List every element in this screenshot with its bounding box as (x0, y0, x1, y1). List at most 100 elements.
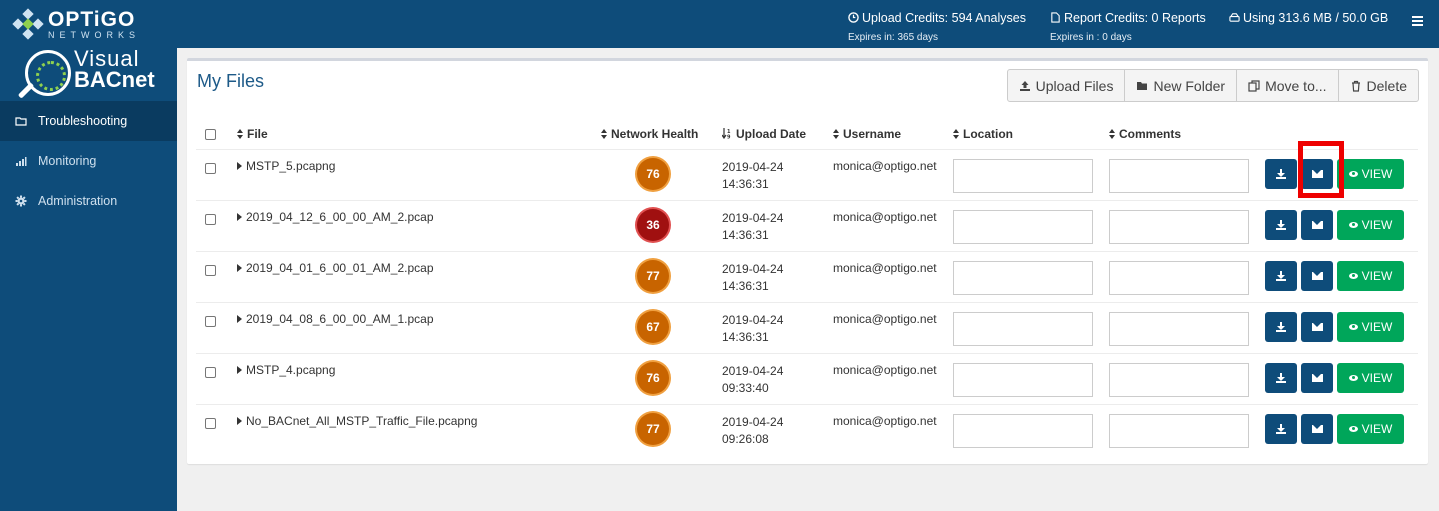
file-name[interactable]: 2019_04_12_6_00_00_AM_2.pcap (246, 210, 434, 224)
table-row: 2019_04_12_6_00_00_AM_2.pcap 36 2019-04-… (196, 199, 1418, 251)
view-button[interactable]: VIEW (1337, 260, 1404, 291)
copy-icon (1248, 79, 1260, 92)
expand-caret-icon[interactable] (237, 263, 242, 272)
email-button[interactable] (1301, 158, 1333, 189)
brand-logo[interactable]: OPTiGO NETWORKS (12, 6, 140, 42)
sort-icon (601, 128, 607, 139)
download-button[interactable] (1265, 311, 1297, 342)
hamburger-menu-icon[interactable] (1412, 16, 1423, 26)
expand-caret-icon[interactable] (237, 416, 242, 425)
network-health-badge: 36 (637, 208, 669, 241)
username: monica@optigo.net (833, 311, 937, 326)
sidebar-item-troubleshooting[interactable]: Troubleshooting (0, 101, 177, 141)
comments-input[interactable] (1109, 158, 1249, 193)
envelope-icon (1311, 169, 1323, 178)
username: monica@optigo.net (833, 209, 937, 224)
comments-input[interactable] (1109, 209, 1249, 244)
table-header-row: File Network Health 1 9 Upload Date Userna… (196, 119, 1418, 150)
comments-input[interactable] (1109, 260, 1249, 295)
row-actions: VIEW (1265, 362, 1418, 393)
location-input[interactable] (953, 413, 1093, 448)
eye-icon (1348, 272, 1358, 279)
download-button[interactable] (1265, 209, 1297, 240)
table-row: No_BACnet_All_MSTP_Traffic_File.pcapng 7… (196, 403, 1418, 455)
view-button[interactable]: VIEW (1337, 311, 1404, 342)
network-health-badge: 77 (637, 412, 669, 445)
files-table: File Network Health 1 9 Upload Date Userna… (196, 119, 1418, 455)
column-header-health[interactable]: Network Health (601, 119, 722, 150)
email-button[interactable] (1301, 413, 1333, 444)
email-button[interactable] (1301, 260, 1333, 291)
sort-icon (237, 128, 243, 139)
comments-input[interactable] (1109, 362, 1249, 397)
row-checkbox[interactable] (205, 213, 216, 225)
column-header-location[interactable]: Location (953, 119, 1109, 150)
row-actions: VIEW (1265, 209, 1418, 240)
email-button[interactable] (1301, 209, 1333, 240)
column-header-date[interactable]: 1 9 Upload Date (721, 119, 833, 150)
new-folder-button[interactable]: New Folder (1124, 69, 1238, 102)
table-row: 2019_04_01_6_00_01_AM_2.pcap 77 2019-04-… (196, 250, 1418, 302)
download-button[interactable] (1265, 413, 1297, 444)
svg-text:9: 9 (727, 134, 731, 139)
file-name[interactable]: MSTP_5.pcapng (246, 159, 335, 173)
column-header-comments[interactable]: Comments (1109, 119, 1265, 150)
expand-caret-icon[interactable] (237, 212, 242, 221)
row-checkbox[interactable] (205, 366, 216, 378)
my-files-panel: My Files Upload Files New Folder Move to… (187, 58, 1428, 464)
upload-icon (1019, 80, 1030, 91)
location-input[interactable] (953, 209, 1093, 244)
row-checkbox[interactable] (205, 315, 216, 327)
envelope-icon (1311, 220, 1323, 229)
upload-credits: Upload Credits: 594 Analyses Expires in:… (848, 11, 1026, 43)
upload-files-button[interactable]: Upload Files (1006, 69, 1126, 102)
new-folder-label: New Folder (1153, 77, 1226, 94)
column-header-file[interactable]: File (237, 119, 601, 150)
email-button[interactable] (1301, 311, 1333, 342)
folder-icon (15, 117, 27, 126)
file-name[interactable]: 2019_04_01_6_00_01_AM_2.pcap (246, 261, 434, 275)
location-input[interactable] (953, 260, 1093, 295)
download-icon (1276, 168, 1286, 179)
optigo-logo-icon (12, 8, 44, 40)
sidebar-item-label: Monitoring (38, 154, 97, 168)
row-checkbox[interactable] (205, 417, 216, 429)
view-button[interactable]: VIEW (1337, 209, 1404, 240)
comments-input[interactable] (1109, 413, 1249, 448)
download-button[interactable] (1265, 260, 1297, 291)
sidebar-item-label: Administration (38, 194, 118, 208)
expand-caret-icon[interactable] (237, 365, 242, 374)
sort-icon (953, 128, 959, 139)
expand-caret-icon[interactable] (237, 314, 242, 323)
download-icon (1276, 321, 1286, 332)
sidebar-item-administration[interactable]: Administration (0, 181, 177, 221)
file-name[interactable]: 2019_04_08_6_00_00_AM_1.pcap (246, 312, 434, 326)
download-button[interactable] (1265, 362, 1297, 393)
delete-button[interactable]: Delete (1337, 69, 1419, 102)
location-input[interactable] (953, 362, 1093, 397)
column-header-username[interactable]: Username (833, 119, 953, 150)
sidebar-item-monitoring[interactable]: Monitoring (0, 141, 177, 181)
sort-icon (1109, 128, 1115, 139)
row-checkbox[interactable] (205, 264, 216, 276)
row-checkbox[interactable] (205, 162, 216, 174)
sort-icon (833, 128, 839, 139)
storage-usage: Using 313.6 MB / 50.0 GB (1229, 11, 1388, 25)
location-input[interactable] (953, 311, 1093, 346)
select-all-checkbox[interactable] (205, 129, 216, 141)
upload-date: 2019-04-24 09:33:40 (722, 363, 784, 395)
username: monica@optigo.net (833, 158, 937, 173)
location-input[interactable] (953, 158, 1093, 193)
comments-input[interactable] (1109, 311, 1249, 346)
page-title: My Files (197, 71, 264, 91)
eye-icon (1348, 170, 1358, 177)
download-button[interactable] (1265, 158, 1297, 189)
view-button[interactable]: VIEW (1337, 158, 1404, 189)
move-to-button[interactable]: Move to... (1236, 69, 1339, 102)
email-button[interactable] (1301, 362, 1333, 393)
file-name[interactable]: No_BACnet_All_MSTP_Traffic_File.pcapng (246, 414, 477, 428)
view-button[interactable]: VIEW (1337, 413, 1404, 444)
view-button[interactable]: VIEW (1337, 362, 1404, 393)
expand-caret-icon[interactable] (237, 161, 242, 170)
file-name[interactable]: MSTP_4.pcapng (246, 363, 335, 377)
